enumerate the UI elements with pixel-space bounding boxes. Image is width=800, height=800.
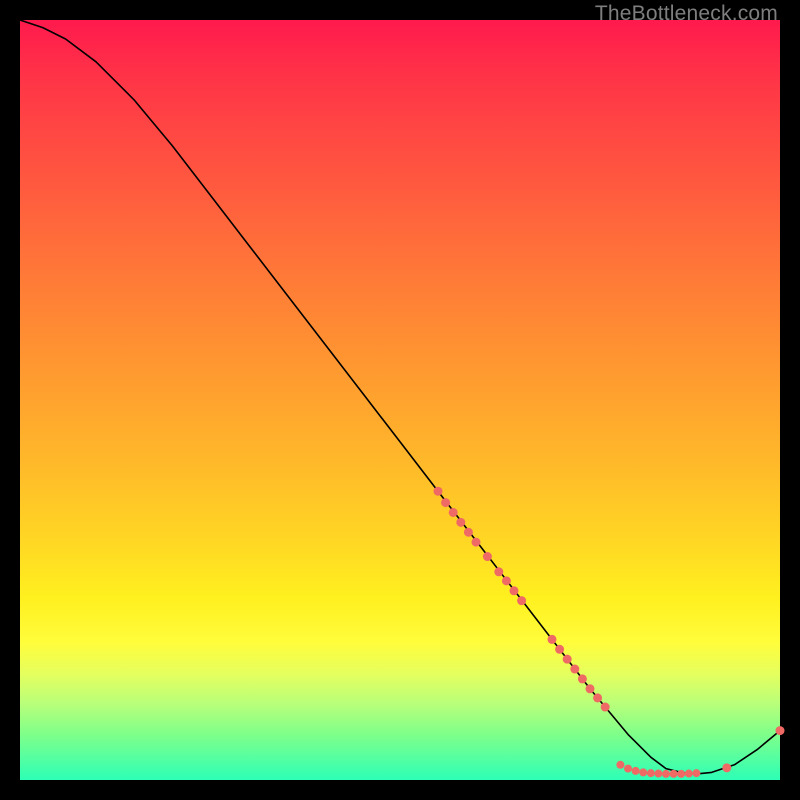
data-markers bbox=[434, 487, 785, 778]
data-marker bbox=[555, 645, 564, 654]
data-marker bbox=[685, 770, 693, 778]
data-marker bbox=[434, 487, 443, 496]
data-marker bbox=[601, 703, 610, 712]
data-marker bbox=[548, 635, 557, 644]
data-marker bbox=[570, 665, 579, 674]
data-marker bbox=[586, 684, 595, 693]
data-marker bbox=[502, 576, 511, 585]
data-marker bbox=[593, 693, 602, 702]
data-marker bbox=[483, 552, 492, 561]
data-marker bbox=[624, 765, 632, 773]
bottleneck-curve-line bbox=[20, 20, 780, 774]
data-marker bbox=[722, 763, 731, 772]
data-marker bbox=[441, 498, 450, 507]
data-marker bbox=[563, 655, 572, 664]
data-marker bbox=[616, 761, 624, 769]
data-marker bbox=[776, 726, 785, 735]
data-marker bbox=[632, 767, 640, 775]
data-marker bbox=[456, 518, 465, 527]
data-marker bbox=[464, 528, 473, 537]
data-marker bbox=[472, 538, 481, 547]
data-marker bbox=[494, 567, 503, 576]
data-marker bbox=[517, 596, 526, 605]
data-marker bbox=[692, 769, 700, 777]
data-marker bbox=[449, 508, 458, 517]
chart-stage: TheBottleneck.com bbox=[0, 0, 800, 800]
data-marker bbox=[654, 770, 662, 778]
plot-area bbox=[20, 20, 780, 780]
data-marker bbox=[639, 768, 647, 776]
chart-svg bbox=[20, 20, 780, 780]
data-marker bbox=[578, 674, 587, 683]
data-marker bbox=[647, 769, 655, 777]
data-marker bbox=[670, 770, 678, 778]
data-marker bbox=[677, 770, 685, 778]
data-marker bbox=[510, 586, 519, 595]
data-marker bbox=[662, 770, 670, 778]
